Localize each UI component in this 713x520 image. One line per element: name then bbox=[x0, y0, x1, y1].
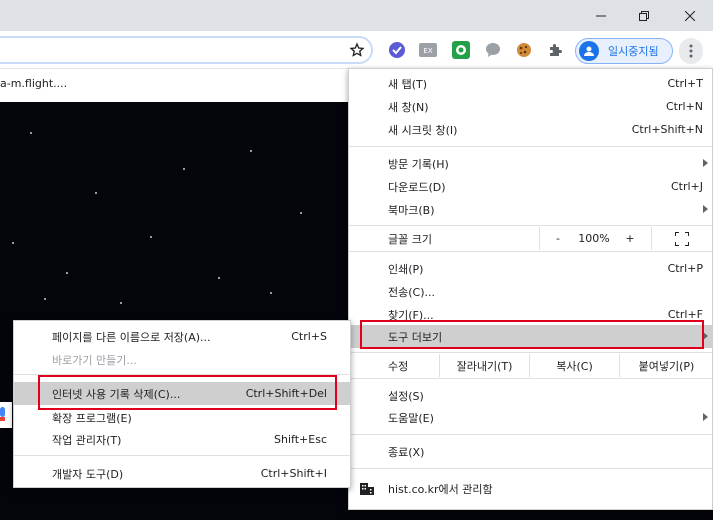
profile-label: 일시중지됨 bbox=[608, 45, 659, 58]
zoom-divider bbox=[539, 227, 540, 250]
menu-separator bbox=[349, 251, 712, 252]
cookie-icon bbox=[517, 43, 531, 57]
more-vert-icon bbox=[689, 44, 693, 58]
star-dot bbox=[44, 298, 46, 300]
close-icon bbox=[685, 10, 695, 21]
chrome-menu-button[interactable] bbox=[679, 38, 703, 64]
star-icon bbox=[349, 42, 365, 57]
star-dot bbox=[66, 272, 68, 274]
menu-downloads[interactable]: 다운로드(D) Ctrl+J bbox=[349, 175, 712, 198]
zoom-in-button[interactable]: + bbox=[617, 227, 643, 250]
restore-icon bbox=[639, 10, 649, 21]
star-dot bbox=[120, 302, 122, 304]
star-dot bbox=[12, 242, 14, 244]
more-tools-submenu: 페이지를 다른 이름으로 저장(A)... Ctrl+S 바로가기 만들기... … bbox=[13, 320, 351, 488]
bookmark-star-button[interactable] bbox=[347, 40, 367, 60]
fullscreen-icon bbox=[675, 231, 689, 246]
menu-separator bbox=[349, 468, 712, 469]
menu-settings[interactable]: 설정(S) bbox=[349, 384, 712, 407]
vpn-check-icon bbox=[389, 42, 405, 58]
menu-separator bbox=[14, 374, 350, 375]
chrome-main-menu: 새 탭(T) Ctrl+T 새 창(N) Ctrl+N 새 시크릿 창(I) Ctrl… bbox=[348, 68, 713, 510]
ex-extension[interactable]: EX bbox=[418, 40, 438, 60]
menu-exit[interactable]: 종료(X) bbox=[349, 440, 712, 463]
page-widget bbox=[0, 402, 12, 428]
zoom-level: 100% bbox=[578, 232, 610, 245]
bookmark-item[interactable]: a-m.flight.... bbox=[0, 77, 67, 90]
menu-more-tools[interactable]: 도구 더보기 bbox=[349, 325, 712, 348]
star-dot bbox=[95, 192, 97, 194]
menu-zoom: 글꼴 크기 - 100% + bbox=[349, 227, 712, 250]
zoom-divider bbox=[651, 227, 652, 250]
fullscreen-button[interactable] bbox=[667, 227, 697, 250]
star-dot bbox=[183, 168, 185, 170]
avatar bbox=[579, 41, 599, 61]
menu-task-manager[interactable]: 작업 관리자(T) Shift+Esc bbox=[14, 428, 350, 451]
menu-bookmarks[interactable]: 북마크(B) bbox=[349, 198, 712, 221]
star-dot bbox=[270, 292, 272, 294]
submenu-arrow-icon bbox=[703, 332, 708, 340]
close-button[interactable] bbox=[667, 0, 713, 31]
menu-new-window[interactable]: 새 창(N) Ctrl+N bbox=[349, 95, 712, 118]
menu-separator bbox=[14, 455, 350, 456]
minimize-icon bbox=[596, 15, 606, 16]
restore-button[interactable] bbox=[621, 0, 667, 31]
star-dot bbox=[150, 236, 152, 238]
person-icon bbox=[584, 46, 594, 56]
menu-create-shortcut[interactable]: 바로가기 만들기... bbox=[14, 348, 350, 371]
green-extension[interactable] bbox=[451, 40, 471, 60]
menu-clear-browsing-data[interactable]: 인터넷 사용 기록 삭제(C)... Ctrl+Shift+Del bbox=[14, 382, 350, 405]
menu-separator bbox=[349, 225, 712, 226]
menu-incognito[interactable]: 새 시크릿 창(I) Ctrl+Shift+N bbox=[349, 118, 712, 141]
green-extension-icon bbox=[452, 41, 470, 59]
menu-edit: 수정 잘라내기(T) 복사(C) 붙여넣기(P) bbox=[349, 354, 712, 377]
menu-print[interactable]: 인쇄(P) Ctrl+P bbox=[349, 257, 712, 280]
menu-dev-tools[interactable]: 개발자 도구(D) Ctrl+Shift+I bbox=[14, 462, 350, 485]
copy-button[interactable]: 복사(C) bbox=[529, 354, 619, 377]
title-bar bbox=[0, 0, 713, 31]
speech-bubble-icon bbox=[486, 43, 500, 57]
menu-new-tab[interactable]: 새 탭(T) Ctrl+T bbox=[349, 72, 712, 95]
star-dot bbox=[30, 132, 32, 134]
svg-text:EX: EX bbox=[423, 47, 432, 55]
menu-extensions[interactable]: 확장 프로그램(E) bbox=[14, 406, 350, 429]
menu-separator bbox=[349, 146, 712, 147]
menu-history[interactable]: 방문 기록(H) bbox=[349, 152, 712, 175]
menu-separator bbox=[349, 434, 712, 435]
menu-find[interactable]: 찾기(F)... Ctrl+F bbox=[349, 303, 712, 326]
puzzle-icon bbox=[550, 44, 562, 56]
profile-button[interactable]: 일시중지됨 bbox=[575, 38, 673, 64]
paste-button[interactable]: 붙여넣기(P) bbox=[619, 354, 713, 377]
address-bar[interactable] bbox=[0, 36, 373, 64]
star-dot bbox=[300, 212, 302, 214]
cookie-extension[interactable] bbox=[514, 40, 534, 60]
menu-cast[interactable]: 전송(C)... bbox=[349, 280, 712, 303]
menu-separator bbox=[349, 352, 712, 353]
menu-separator bbox=[349, 378, 712, 379]
submenu-arrow-icon bbox=[703, 413, 708, 421]
extensions-button[interactable] bbox=[546, 40, 566, 60]
menu-help[interactable]: 도움말(E) bbox=[349, 406, 712, 429]
mic-icon bbox=[0, 407, 5, 421]
submenu-arrow-icon bbox=[703, 159, 708, 167]
star-dot bbox=[218, 277, 220, 279]
star-dot bbox=[250, 150, 252, 152]
vpn-extension[interactable] bbox=[387, 40, 407, 60]
menu-save-page[interactable]: 페이지를 다른 이름으로 저장(A)... Ctrl+S bbox=[14, 325, 350, 348]
toolbar: EX 일시중지됨 bbox=[0, 31, 713, 69]
zoom-out-button[interactable]: - bbox=[545, 227, 571, 250]
cut-button[interactable]: 잘라내기(T) bbox=[439, 354, 529, 377]
menu-managed[interactable]: hist.co.kr에서 관리함 bbox=[349, 477, 712, 500]
speech-extension[interactable] bbox=[483, 40, 503, 60]
submenu-arrow-icon bbox=[703, 205, 708, 213]
building-icon bbox=[360, 483, 374, 495]
ex-extension-icon: EX bbox=[419, 43, 437, 57]
minimize-button[interactable] bbox=[578, 0, 624, 31]
